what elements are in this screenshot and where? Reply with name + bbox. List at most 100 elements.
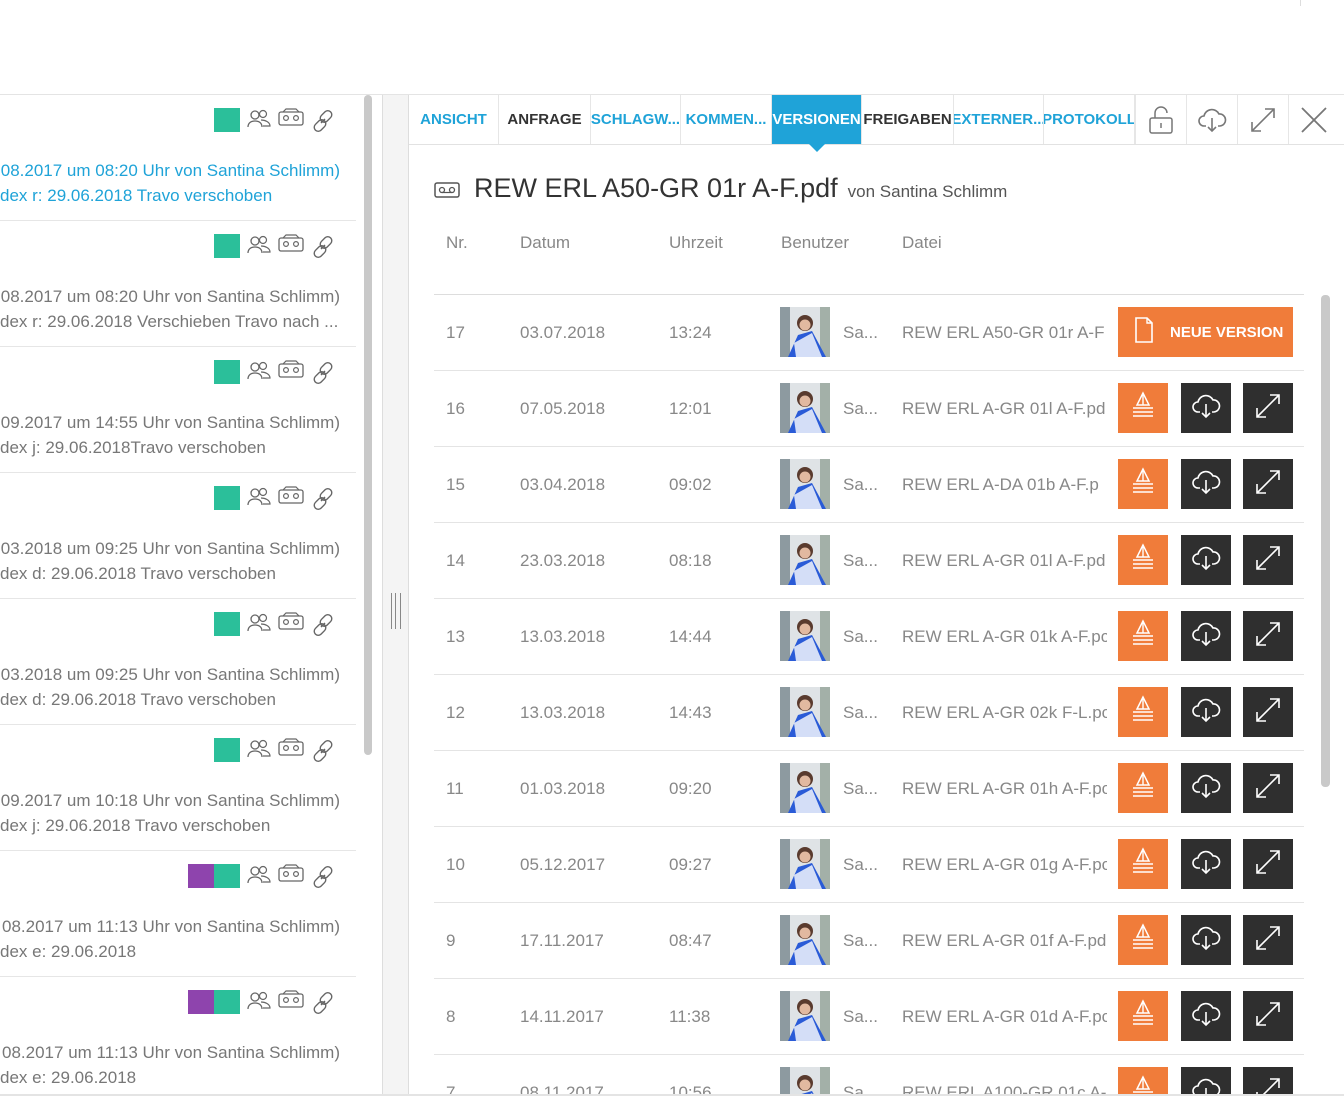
row-nr: 11 <box>446 779 464 798</box>
download-version-button[interactable] <box>1181 687 1231 737</box>
link-icon[interactable] <box>310 612 336 636</box>
restore-version-button[interactable] <box>1118 459 1168 509</box>
table-row[interactable]: 15 03.04.2018 09:02 Sa... REW ERL A-DA 01b A… <box>434 447 1304 523</box>
header-uhrzeit: Uhrzeit <box>669 233 723 252</box>
tape-icon[interactable] <box>278 990 304 1014</box>
unlock-icon[interactable] <box>1135 95 1186 144</box>
expand-icon[interactable] <box>1237 95 1288 144</box>
list-item[interactable]: 03.2018 um 09:25 Uhr von Santina Schlimm… <box>0 473 356 599</box>
tape-icon[interactable] <box>278 864 304 888</box>
table-row[interactable]: 7 08.11.2017 10:56 Sa... REW ERL A100-GR 01c… <box>434 1055 1304 1095</box>
restore-version-button[interactable] <box>1118 1067 1168 1095</box>
open-version-button[interactable] <box>1243 535 1293 585</box>
list-item[interactable]: 08.2017 um 11:13 Uhr von Santina Schlimm… <box>0 851 356 977</box>
tape-icon[interactable] <box>278 612 304 636</box>
tab-externer[interactable]: EXTERNER... <box>954 95 1044 144</box>
header-datei: Datei <box>902 233 942 252</box>
avatar <box>780 839 830 889</box>
link-icon[interactable] <box>310 360 336 384</box>
users-icon[interactable] <box>246 234 272 258</box>
table-row[interactable]: 9 17.11.2017 08:47 Sa... REW ERL A-GR 01f A-… <box>434 903 1304 979</box>
row-benutzer: Sa... <box>843 855 878 874</box>
users-icon[interactable] <box>246 486 272 510</box>
list-item[interactable]: 08.2017 um 11:13 Uhr von Santina Schlimm… <box>0 977 356 1096</box>
list-item-description: dex e: 29.06.2018 <box>0 942 137 961</box>
download-version-button[interactable] <box>1181 839 1231 889</box>
download-version-button[interactable] <box>1181 611 1231 661</box>
open-version-button[interactable] <box>1243 839 1293 889</box>
cloud-download-icon[interactable] <box>1186 95 1237 144</box>
table-row[interactable]: 13 13.03.2018 14:44 Sa... REW ERL A-GR 01k A… <box>434 599 1304 675</box>
tab-ansicht[interactable]: ANSICHT <box>409 95 499 144</box>
download-version-button[interactable] <box>1181 383 1231 433</box>
link-icon[interactable] <box>310 486 336 510</box>
restore-version-button[interactable] <box>1118 687 1168 737</box>
pane-resize-handle[interactable] <box>383 95 409 1096</box>
users-icon[interactable] <box>246 612 272 636</box>
open-version-button[interactable] <box>1243 687 1293 737</box>
versions-scrollbar[interactable] <box>1321 295 1330 787</box>
item-list-scrollbar[interactable] <box>364 95 372 755</box>
tab-kommen[interactable]: KOMMEN... <box>681 95 772 144</box>
tab-freigaben[interactable]: FREIGABEN <box>862 95 954 144</box>
users-icon[interactable] <box>246 360 272 384</box>
users-icon[interactable] <box>246 738 272 762</box>
restore-version-button[interactable] <box>1118 991 1168 1041</box>
users-icon[interactable] <box>246 864 272 888</box>
table-row[interactable]: 10 05.12.2017 09:27 Sa... REW ERL A-GR 01g A… <box>434 827 1304 903</box>
row-datei: REW ERL A-GR 01f A-F.pd <box>902 931 1107 950</box>
download-version-button[interactable] <box>1181 459 1231 509</box>
download-version-button[interactable] <box>1181 991 1231 1041</box>
tape-icon[interactable] <box>278 360 304 384</box>
link-icon[interactable] <box>310 108 336 132</box>
download-version-button[interactable] <box>1181 535 1231 585</box>
table-row[interactable]: 17 03.07.2018 13:24 Sa... REW ERL A50-GR 01r… <box>434 295 1304 371</box>
table-row[interactable]: 16 07.05.2018 12:01 Sa... REW ERL A-GR 01l A… <box>434 371 1304 447</box>
row-nr: 16 <box>446 399 465 418</box>
open-version-button[interactable] <box>1243 763 1293 813</box>
list-item[interactable]: 09.2017 um 10:18 Uhr von Santina Schlimm… <box>0 725 356 851</box>
tape-icon[interactable] <box>278 486 304 510</box>
tab-anfrage[interactable]: ANFRAGE <box>499 95 591 144</box>
tape-icon[interactable] <box>278 738 304 762</box>
table-row[interactable]: 8 14.11.2017 11:38 Sa... REW ERL A-GR 01d A-… <box>434 979 1304 1055</box>
table-row[interactable]: 12 13.03.2018 14:43 Sa... REW ERL A-GR 02k F… <box>434 675 1304 751</box>
header-datum: Datum <box>520 233 571 252</box>
open-version-button[interactable] <box>1243 991 1293 1041</box>
link-icon[interactable] <box>310 738 336 762</box>
download-version-button[interactable] <box>1181 915 1231 965</box>
list-item[interactable]: 08.2017 um 08:20 Uhr von Santina Schlimm… <box>0 95 356 221</box>
restore-version-button[interactable] <box>1118 915 1168 965</box>
tab-schlagw[interactable]: SCHLAGW... <box>591 95 681 144</box>
restore-version-button[interactable] <box>1118 763 1168 813</box>
restore-version-button[interactable] <box>1118 535 1168 585</box>
table-row[interactable]: 11 01.03.2018 09:20 Sa... REW ERL A-GR 01h A… <box>434 751 1304 827</box>
list-item[interactable]: 08.2017 um 08:20 Uhr von Santina Schlimm… <box>0 221 356 347</box>
link-icon[interactable] <box>310 864 336 888</box>
tag-swatches <box>188 990 240 1014</box>
new-version-button[interactable]: NEUE VERSION <box>1118 307 1293 357</box>
download-version-button[interactable] <box>1181 1067 1231 1095</box>
open-version-button[interactable] <box>1243 1067 1293 1095</box>
users-icon[interactable] <box>246 990 272 1014</box>
top-corner-tab[interactable] <box>1300 0 1330 6</box>
tab-versionen[interactable]: VERSIONEN <box>772 95 862 152</box>
restore-version-button[interactable] <box>1118 383 1168 433</box>
link-icon[interactable] <box>310 990 336 1014</box>
open-version-button[interactable] <box>1243 915 1293 965</box>
download-version-button[interactable] <box>1181 763 1231 813</box>
list-item[interactable]: 09.2017 um 14:55 Uhr von Santina Schlimm… <box>0 347 356 473</box>
restore-version-button[interactable] <box>1118 839 1168 889</box>
open-version-button[interactable] <box>1243 459 1293 509</box>
users-icon[interactable] <box>246 108 272 132</box>
tape-icon[interactable] <box>278 234 304 258</box>
tape-icon[interactable] <box>278 108 304 132</box>
tab-protokoll[interactable]: PROTOKOLL <box>1044 95 1135 144</box>
open-version-button[interactable] <box>1243 611 1293 661</box>
open-version-button[interactable] <box>1243 383 1293 433</box>
table-row[interactable]: 14 23.03.2018 08:18 Sa... REW ERL A-GR 01l A… <box>434 523 1304 599</box>
list-item[interactable]: 03.2018 um 09:25 Uhr von Santina Schlimm… <box>0 599 356 725</box>
close-icon[interactable] <box>1288 95 1339 144</box>
restore-version-button[interactable] <box>1118 611 1168 661</box>
link-icon[interactable] <box>310 234 336 258</box>
